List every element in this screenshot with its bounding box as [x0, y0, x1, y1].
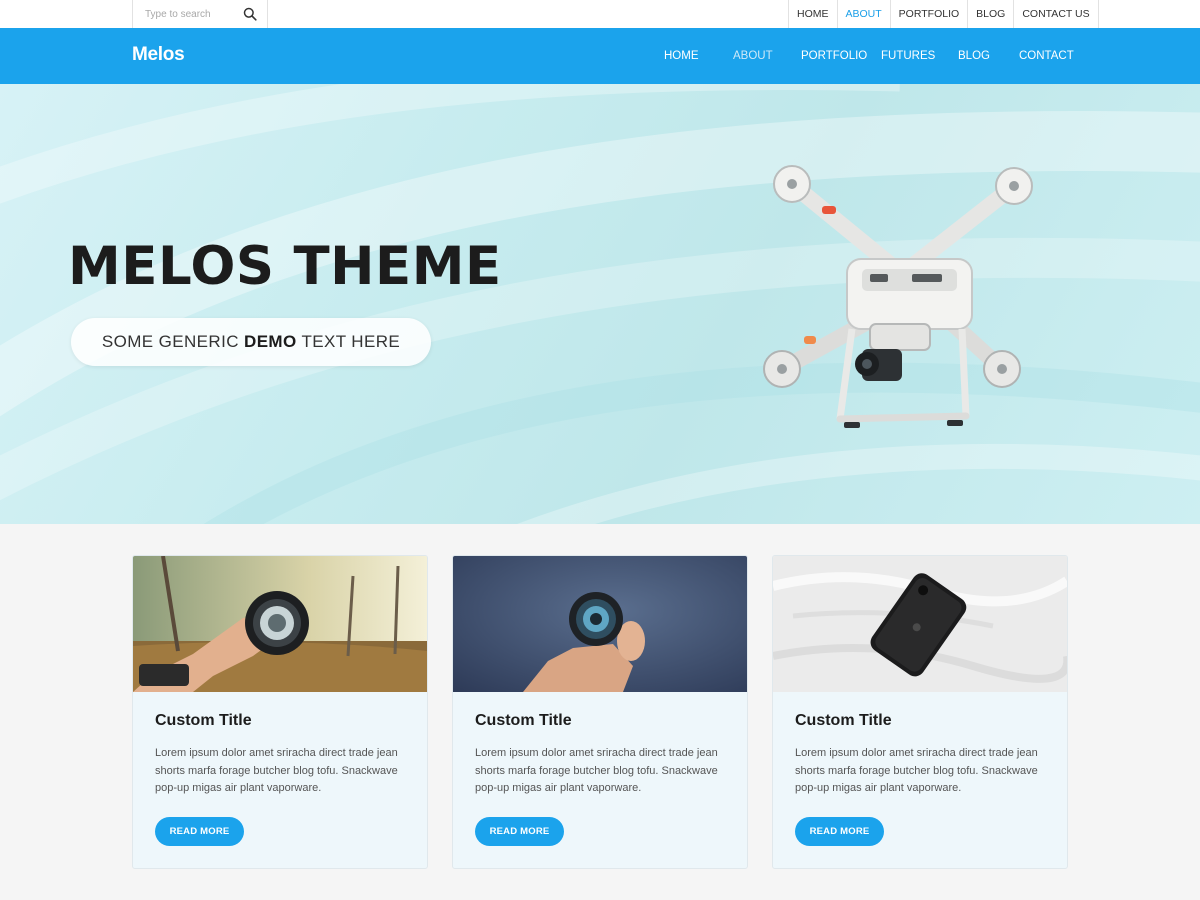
card-title: Custom Title — [795, 712, 892, 729]
read-more-button[interactable]: READ MORE — [795, 817, 884, 846]
top-links: HOME ABOUT PORTFOLIO BLOG CONTACT US — [788, 0, 1099, 28]
wristwatch-photo — [453, 556, 747, 692]
nav-futures[interactable]: FUTURES — [881, 50, 935, 62]
top-link-contact-us[interactable]: CONTACT US — [1014, 0, 1099, 28]
hero-banner: MELOS THEME SOME GENERIC DEMO TEXT HERE — [0, 84, 1200, 524]
feature-card: Custom Title Lorem ipsum dolor amet srir… — [452, 555, 748, 869]
top-search — [132, 0, 268, 28]
tagline-text: SOME GENERIC — [101, 332, 245, 351]
tagline-text-end: TEXT HERE — [296, 332, 401, 351]
card-text: Lorem ipsum dolor amet sriracha direct t… — [795, 747, 1038, 794]
top-utility-bar: HOME ABOUT PORTFOLIO BLOG CONTACT US — [0, 0, 1200, 28]
main-header: Melos HOME ABOUT PORTFOLIO FUTURES BLOG … — [0, 28, 1200, 84]
card-title: Custom Title — [155, 712, 252, 729]
hero-title: MELOS THEME — [68, 236, 502, 297]
nav-portfolio[interactable]: PORTFOLIO — [801, 50, 867, 62]
card-text: Lorem ipsum dolor amet sriracha direct t… — [475, 747, 718, 794]
top-link-blog[interactable]: BLOG — [968, 0, 1015, 28]
smartphone-photo — [773, 556, 1067, 692]
top-link-about[interactable]: ABOUT — [838, 0, 891, 28]
top-link-portfolio[interactable]: PORTFOLIO — [891, 0, 969, 28]
site-logo[interactable]: Melos — [132, 44, 185, 66]
top-link-home[interactable]: HOME — [789, 0, 838, 28]
nav-about[interactable]: ABOUT — [733, 50, 773, 62]
tagline-bold-text: DEMO — [244, 332, 297, 351]
search-icon[interactable] — [243, 7, 257, 21]
hero-tagline: SOME GENERIC DEMO TEXT HERE — [71, 318, 431, 366]
feature-card: Custom Title Lorem ipsum dolor amet srir… — [772, 555, 1068, 869]
drone-image — [763, 165, 1033, 428]
search-input[interactable] — [133, 0, 233, 28]
card-title: Custom Title — [475, 712, 572, 729]
camera-lens-photo — [133, 556, 427, 692]
card-text: Lorem ipsum dolor amet sriracha direct t… — [155, 747, 398, 794]
nav-blog[interactable]: BLOG — [958, 50, 990, 62]
feature-card: Custom Title Lorem ipsum dolor amet srir… — [132, 555, 428, 869]
read-more-button[interactable]: READ MORE — [475, 817, 564, 846]
read-more-button[interactable]: READ MORE — [155, 817, 244, 846]
nav-contact[interactable]: CONTACT — [1019, 50, 1074, 62]
nav-home[interactable]: HOME — [664, 50, 699, 62]
